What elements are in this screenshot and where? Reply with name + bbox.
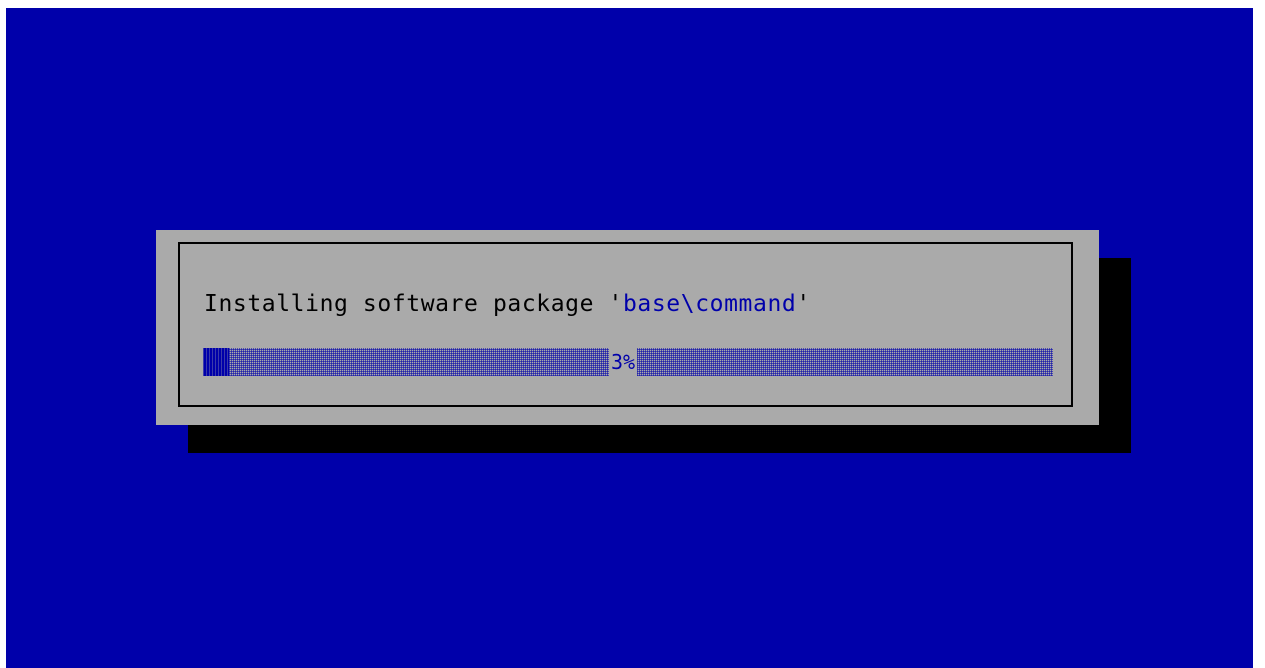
dialog-frame bbox=[178, 242, 1073, 407]
install-message: Installing software package 'base\comman… bbox=[204, 290, 811, 318]
install-progress-dialog: Installing software package 'base\comman… bbox=[156, 230, 1099, 425]
installer-screen: Installing software package 'base\comman… bbox=[6, 8, 1253, 668]
install-message-suffix: ' bbox=[796, 291, 811, 317]
package-name: base\command bbox=[622, 291, 797, 317]
progress-percent-label: 3% bbox=[609, 348, 638, 376]
progress-bar-fill bbox=[203, 348, 229, 376]
progress-bar: 3% bbox=[203, 348, 1053, 376]
install-message-prefix: Installing software package ' bbox=[204, 291, 623, 317]
